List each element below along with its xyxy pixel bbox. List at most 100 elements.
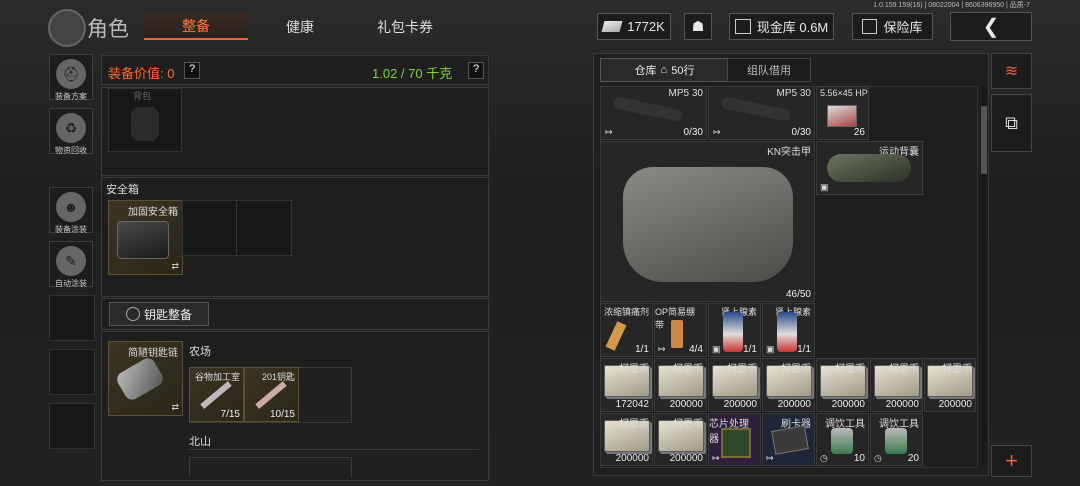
inventory-item[interactable]: MP5 30 ↦ 0/30 xyxy=(708,86,815,140)
key-name: 201钥匙 xyxy=(261,372,295,382)
cash-store-button[interactable]: 现金库 0.6M xyxy=(729,13,834,40)
secure-box-item-name: 加固安全箱 xyxy=(128,207,178,218)
pack-icon: ▣ xyxy=(712,344,721,354)
divider xyxy=(189,449,479,450)
character-emblem-icon xyxy=(48,9,86,47)
inventory-item[interactable]: 5.56×45 HP 26 xyxy=(816,86,869,140)
card-reader-icon xyxy=(771,425,809,455)
item-name: KN突击甲 xyxy=(767,147,811,158)
item-count: 1/1 xyxy=(635,344,649,355)
layers-refresh-icon: ≋ xyxy=(1004,63,1019,80)
tab-storage[interactable]: 仓库 ⌂ 50行 xyxy=(600,58,729,82)
inventory-item[interactable]: 柯恩币 172042 xyxy=(600,358,653,412)
key-slot[interactable]: 谷物加工室 7/15 xyxy=(189,367,244,422)
tab-health[interactable]: 健康 xyxy=(260,13,340,40)
inventory-item[interactable]: 芯片处理器 ↦ xyxy=(708,413,761,466)
page-title: 角色 xyxy=(87,18,129,41)
back-button[interactable]: ❮ xyxy=(950,12,1032,41)
inventory-item[interactable]: MP5 30 ↦ 0/30 xyxy=(600,86,707,140)
energy-can-icon xyxy=(723,312,743,352)
secure-box-slot[interactable]: 加固安全箱 ⇄ xyxy=(108,200,183,275)
sidebar-skin[interactable]: ☻ 装备涂装 xyxy=(49,187,93,234)
farm-label: 农场 xyxy=(189,346,211,358)
key-name: 谷物加工室 xyxy=(194,372,240,382)
inventory-item[interactable]: 调饮工具 ◷ 10 xyxy=(816,413,869,466)
layers-download-icon: ⧉ xyxy=(1005,112,1018,133)
sidebar-auto-skin[interactable]: ✎ 自动涂装 xyxy=(49,241,93,288)
storage-tab-label: 仓库 xyxy=(634,65,657,77)
inventory-item[interactable]: 柯恩币 200000 xyxy=(654,358,707,412)
safe-icon xyxy=(862,19,878,34)
item-name: 柯恩币 xyxy=(781,364,811,375)
chip-icon xyxy=(721,428,751,458)
currency-display[interactable]: 1772K xyxy=(597,13,671,40)
inventory-item[interactable]: 柯恩币 200000 xyxy=(762,358,815,412)
scrollbar-thumb[interactable] xyxy=(981,106,987,174)
backpack-slot[interactable]: 背包 xyxy=(108,88,182,152)
empty-sidebar-slot xyxy=(49,403,95,449)
backpack-silhouette-icon xyxy=(131,107,159,141)
syringe-icon xyxy=(605,321,627,351)
sidebar-label: 装备方案 xyxy=(55,92,87,101)
value-help-button[interactable]: ? xyxy=(184,62,200,79)
timer-icon: ◷ xyxy=(820,453,828,463)
item-count: 200000 xyxy=(669,453,703,464)
inventory-item[interactable]: OP简易绷带 ↦ 4/4 xyxy=(654,303,707,357)
transfer-icon: ↦ xyxy=(713,127,721,137)
empty-sidebar-slot xyxy=(49,349,95,395)
inventory-item[interactable]: 调饮工具 ◷ 20 xyxy=(870,413,923,466)
key-loadout-button[interactable]: 钥匙整备 xyxy=(109,302,209,326)
item-count: 1/1 xyxy=(797,344,811,355)
inventory-item[interactable]: 柯恩币 200000 xyxy=(924,358,976,412)
inventory-item[interactable]: 浓缩镇痛剂 1/1 xyxy=(600,303,653,357)
sort-button[interactable]: ⧉ xyxy=(991,94,1032,152)
weight-help-button[interactable]: ? xyxy=(468,62,484,79)
magazine-icon xyxy=(720,95,792,123)
sidebar-recycle[interactable]: ♻ 物资回收 xyxy=(49,108,93,155)
inventory-item[interactable]: 肾上腺素 ▣ 1/1 xyxy=(762,303,815,357)
inventory-item[interactable]: 肾上腺素 ▣ 1/1 xyxy=(708,303,761,357)
key-slot[interactable]: 201钥匙 10/15 xyxy=(244,367,299,422)
north-mountain-label: 北山 xyxy=(189,436,211,448)
cash-icon xyxy=(734,19,751,34)
secure-case-icon xyxy=(117,221,169,259)
inventory-item[interactable]: 柯恩币 200000 xyxy=(708,358,761,412)
item-count: 10 xyxy=(853,453,865,464)
spray-icon: ✎ xyxy=(56,246,86,276)
item-count: 4/4 xyxy=(689,344,703,355)
recycle-icon: ♻ xyxy=(56,113,86,143)
body-armor-icon xyxy=(623,167,793,282)
sidebar-label: 物资回收 xyxy=(55,146,87,155)
inventory-item[interactable]: 柯恩币 200000 xyxy=(870,358,923,412)
north-key-grid xyxy=(189,457,352,478)
tab-equip[interactable]: 整备 xyxy=(144,13,248,40)
inventory-item[interactable]: 刷卡器 ↦ xyxy=(762,413,815,466)
item-count: 0/30 xyxy=(791,127,811,138)
inventory-item[interactable]: 运动背囊 ▣ xyxy=(816,141,923,195)
inventory-item[interactable]: 柯恩币 200000 xyxy=(600,413,653,466)
tab-team-borrow[interactable]: 组队借用 xyxy=(727,58,811,82)
inventory-item[interactable]: 柯恩币 200000 xyxy=(816,358,869,412)
trader-button[interactable]: ☗ xyxy=(684,13,712,40)
stack-refresh-button[interactable]: ≋ xyxy=(991,53,1032,89)
plus-icon: + xyxy=(1005,448,1018,473)
item-count: 200000 xyxy=(615,453,649,464)
item-count: 200000 xyxy=(885,399,919,410)
inventory-item[interactable]: 柯恩币 200000 xyxy=(654,413,707,466)
item-name: MP5 30 xyxy=(668,88,703,99)
add-button[interactable]: + xyxy=(991,445,1032,477)
secure-box-section: 安全箱 加固安全箱 ⇄ xyxy=(101,177,489,297)
sidebar-loadout-plan[interactable]: ⛑ 装备方案 xyxy=(49,54,93,101)
key-icon xyxy=(200,381,232,409)
item-name: 柯恩币 xyxy=(942,364,972,375)
insurance-button[interactable]: 保险库 xyxy=(852,13,933,40)
equip-value-label: 装备价值: 0 xyxy=(108,66,175,81)
key-case-slot[interactable]: 简陋钥匙链 ⇄ xyxy=(108,341,183,416)
pack-icon: ▣ xyxy=(766,344,775,354)
transfer-icon: ↦ xyxy=(658,344,666,354)
tab-gift-voucher[interactable]: 礼包卡券 xyxy=(355,13,455,40)
item-name: 柯恩币 xyxy=(727,364,757,375)
sidebar-label: 自动涂装 xyxy=(55,279,87,288)
item-name: 柯恩币 xyxy=(619,419,649,430)
inventory-item[interactable]: KN突击甲 46/50 xyxy=(600,141,815,302)
